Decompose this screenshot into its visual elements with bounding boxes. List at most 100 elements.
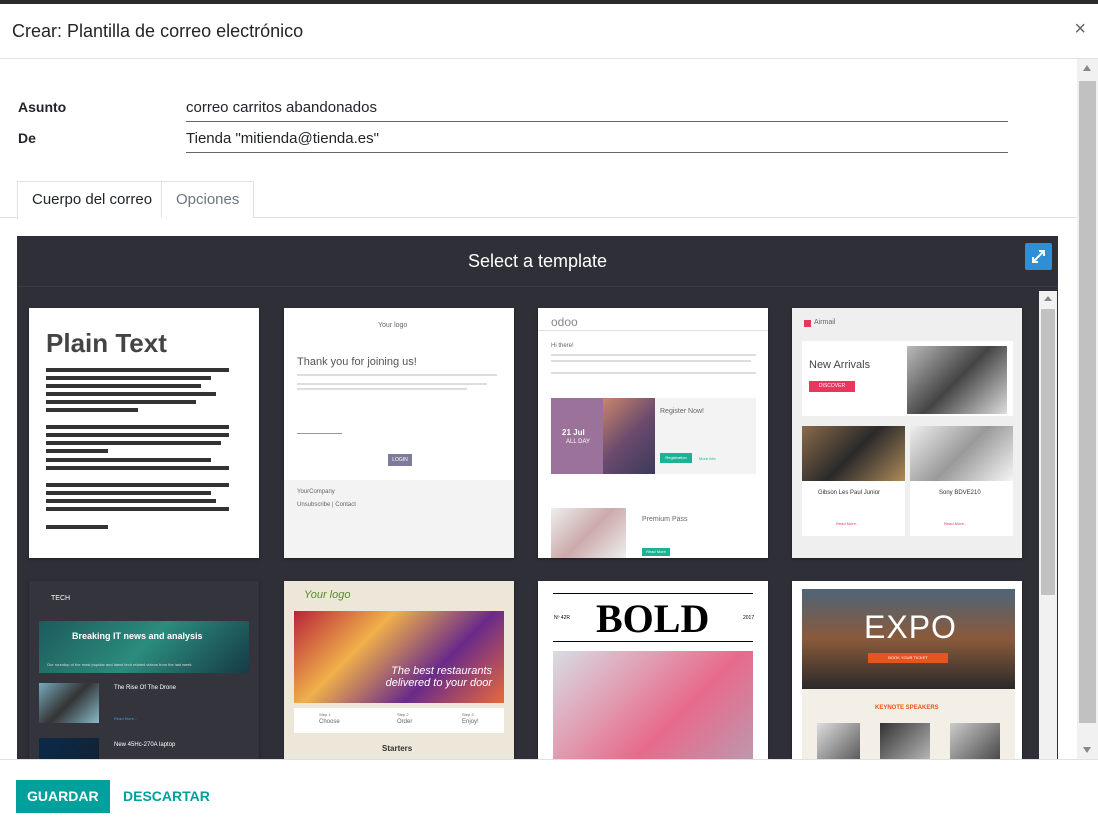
dialog-scrollbar[interactable]: [1077, 59, 1098, 759]
product-image: [910, 426, 1013, 481]
template-event[interactable]: odoo Hi there! 21 Jul ALL DAY Register N…: [538, 308, 768, 558]
step-name: Choose: [319, 719, 340, 725]
template-airmail[interactable]: Airmail New Arrivals DISCOVER Gibson Les…: [792, 308, 1022, 558]
scroll-up-arrow-icon[interactable]: [1083, 65, 1091, 71]
speaker-photo: [950, 723, 1000, 759]
hero-image: [294, 611, 504, 703]
speaker-photo: [880, 723, 930, 759]
template-restaurant[interactable]: Your logo The best restaurants delivered…: [284, 581, 514, 759]
read-more-link: Read More...: [944, 521, 968, 526]
logo-text: Your logo: [304, 589, 351, 601]
save-button[interactable]: GUARDAR: [16, 780, 110, 813]
tab-options[interactable]: Opciones: [161, 181, 255, 218]
book-ticket-button: BOOK YOUR TICKET: [868, 653, 948, 663]
logo-text: TECH: [51, 595, 71, 602]
scroll-down-arrow-icon[interactable]: [1083, 747, 1091, 753]
step-name: Enjoy!: [462, 719, 479, 725]
register-heading: Register Now!: [660, 408, 704, 415]
template-list-scrollbar[interactable]: [1039, 291, 1057, 759]
event-date-sub: ALL DAY: [566, 439, 591, 445]
hero-subtitle: Our roundup of the most popular and late…: [47, 662, 192, 667]
divider: [538, 330, 768, 331]
airmail-logo-icon: [804, 320, 811, 327]
template-plain-text[interactable]: Plain Text: [29, 308, 259, 558]
template-welcome[interactable]: Your logo Thank you for joining us! LOGI…: [284, 308, 514, 558]
speakers-heading: KEYNOTE SPEAKERS: [875, 705, 939, 711]
text-line: [46, 384, 201, 388]
discard-button[interactable]: DESCARTAR: [123, 788, 210, 804]
hero-image: [907, 346, 1007, 414]
speaker-photo: [817, 723, 860, 759]
registration-button: Registration: [660, 453, 692, 463]
template-heading: EXPO: [864, 609, 957, 645]
company-text: YourCompany: [297, 489, 335, 495]
template-expo[interactable]: EXPO BOOK YOUR TICKET KEYNOTE SPEAKERS: [792, 581, 1022, 759]
text-line: [46, 499, 216, 503]
text-line: [551, 354, 756, 356]
event-image: [603, 398, 655, 474]
text-line: [297, 383, 487, 385]
text-line: [297, 374, 497, 376]
scroll-up-arrow-icon[interactable]: [1044, 296, 1052, 301]
close-icon[interactable]: ×: [1074, 18, 1086, 41]
text-line: [46, 425, 229, 429]
text-line: [46, 458, 211, 462]
text-line: [551, 360, 751, 362]
text-line: [46, 400, 196, 404]
template-tech[interactable]: TECH Breaking IT news and analysis Our r…: [29, 581, 259, 759]
template-bold[interactable]: Nº 42R BOLD 2017: [538, 581, 768, 759]
hero-heading: New Arrivals: [809, 359, 871, 371]
greeting: Hi there!: [551, 343, 574, 349]
hero-image: [553, 651, 753, 759]
read-more-button: Read More: [642, 548, 670, 556]
logo-text: odoo: [551, 315, 578, 329]
divider: [17, 286, 1058, 287]
scrollbar-thumb[interactable]: [1079, 81, 1096, 723]
read-more-link: Read More...: [836, 521, 860, 526]
text-line: [46, 433, 229, 437]
scrollbar-thumb[interactable]: [1041, 309, 1055, 595]
text-line: [46, 491, 211, 495]
product-name: Gibson Les Paul Junior: [818, 490, 881, 496]
template-heading: BOLD: [596, 596, 710, 641]
premium-pass-heading: Premium Pass: [642, 516, 688, 523]
text-line: [46, 408, 138, 412]
article-image: [39, 683, 99, 723]
text-line: [46, 449, 108, 453]
dialog-header: Crear: Plantilla de correo electrónico ×: [0, 4, 1098, 59]
issue-number: Nº 42R: [554, 615, 570, 621]
hero-tagline: The best restaurants delivered to your d…: [385, 665, 492, 689]
read-more-link: Read More...: [114, 716, 138, 721]
tab-bar: Cuerpo del correo Opciones: [0, 181, 1077, 219]
discover-button: DISCOVER: [809, 381, 855, 392]
issue-year: 2017: [743, 615, 755, 621]
subject-input[interactable]: [186, 98, 1008, 122]
dialog-footer: GUARDAR DESCARTAR: [0, 759, 1098, 828]
hero-heading: Breaking IT news and analysis: [72, 631, 203, 641]
text-line: [46, 466, 229, 470]
divider: [553, 593, 753, 594]
product-name: Sony BDVE210: [939, 490, 981, 496]
logo-text: Your logo: [378, 322, 408, 329]
article-title: The Rise Of The Drone: [114, 685, 176, 691]
text-line: [46, 392, 216, 396]
login-button: LOGIN: [388, 454, 412, 466]
template-heading: Plain Text: [46, 328, 167, 358]
article-image: [39, 738, 99, 759]
template-selector-title: Select a template: [467, 251, 608, 271]
template-heading: Thank you for joining us!: [297, 356, 417, 368]
expand-icon[interactable]: [1025, 243, 1052, 270]
text-line: [46, 376, 211, 380]
pass-image: [551, 508, 626, 558]
from-label: De: [18, 130, 36, 146]
text-line: [46, 441, 221, 445]
from-input[interactable]: [186, 129, 1008, 153]
signature: [297, 416, 342, 434]
text-line: [46, 368, 229, 372]
template-selector: Select a template Plain Text Your logo T…: [17, 236, 1058, 759]
text-line: [46, 507, 229, 511]
subject-label: Asunto: [18, 99, 67, 115]
section-heading: Starters: [382, 744, 413, 753]
event-date: 21 Jul: [562, 428, 585, 437]
tab-email-body[interactable]: Cuerpo del correo: [17, 181, 168, 219]
